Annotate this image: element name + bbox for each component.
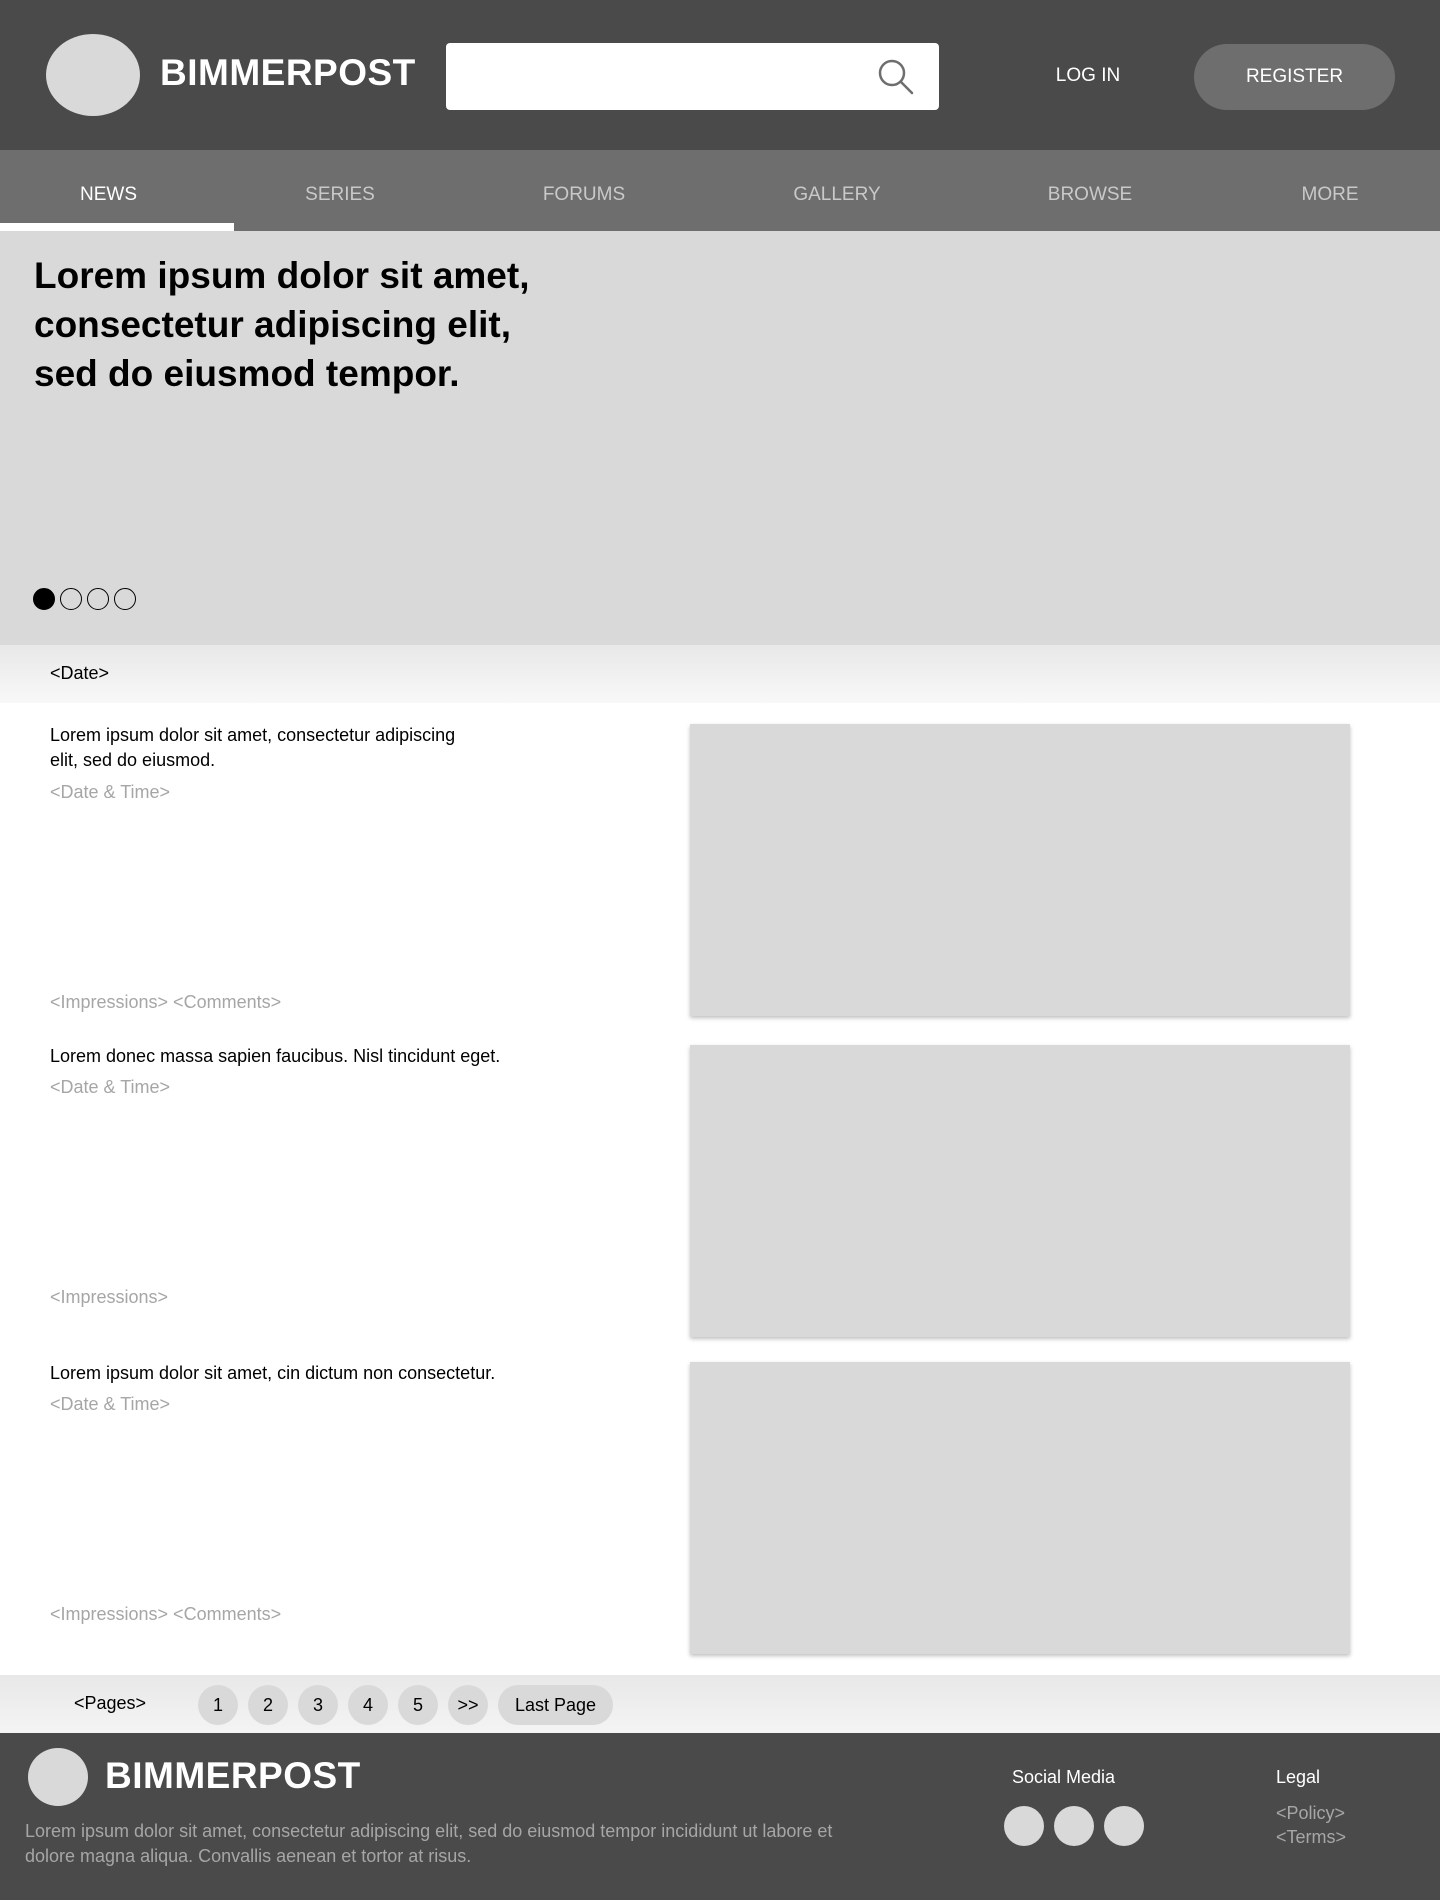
footer-description: Lorem ipsum dolor sit amet, consectetur …	[25, 1819, 925, 1869]
nav-tab-more[interactable]: MORE	[1240, 150, 1420, 231]
article-title[interactable]: Lorem ipsum dolor sit amet, cin dictum n…	[50, 1361, 610, 1386]
article-image[interactable]	[690, 724, 1350, 1016]
footer-description-line: Lorem ipsum dolor sit amet, consectetur …	[25, 1821, 833, 1841]
date-bar: <Date>	[0, 645, 1440, 703]
search-icon[interactable]	[876, 57, 916, 97]
carousel-dot-1[interactable]	[33, 588, 55, 610]
nav-tab-forums[interactable]: FORUMS	[494, 150, 674, 231]
article-title[interactable]: Lorem donec massa sapien faucibus. Nisl …	[50, 1044, 610, 1069]
footer-description-line: dolore magna aliqua. Convallis aenean et…	[25, 1846, 472, 1866]
carousel-dot-2[interactable]	[60, 588, 82, 610]
page-button-4[interactable]: 4	[348, 1685, 388, 1725]
footer-logo[interactable]	[28, 1748, 88, 1806]
article-meta: <Impressions> <Comments>	[50, 1604, 282, 1624]
nav-tab-series[interactable]: SERIES	[250, 150, 430, 231]
page-button-5[interactable]: 5	[398, 1685, 438, 1725]
legal-heading: Legal	[1276, 1767, 1321, 1787]
nav-tab-browse[interactable]: BROWSE	[1000, 150, 1180, 231]
site-footer: BIMMERPOST Lorem ipsum dolor sit amet, c…	[0, 1733, 1440, 1900]
hero-title-line: sed do eiusmod tempor.	[34, 353, 460, 394]
date-label: <Date>	[50, 663, 110, 683]
carousel-dot-4[interactable]	[114, 588, 136, 610]
nav-tab-gallery[interactable]: GALLERY	[747, 150, 927, 231]
article-title-line: Lorem ipsum dolor sit amet, consectetur …	[50, 725, 456, 745]
hero-title-line: consectetur adipiscing elit,	[34, 304, 512, 345]
nav-tab-news[interactable]: NEWS	[0, 150, 217, 231]
social-media-heading: Social Media	[1012, 1767, 1116, 1787]
login-button[interactable]: LOG IN	[1030, 56, 1146, 96]
social-icon-3[interactable]	[1104, 1806, 1144, 1846]
footer-brand-name[interactable]: BIMMERPOST	[105, 1755, 361, 1797]
pagination: <Pages> 1 2 3 4 5 >> Last Page	[0, 1675, 1440, 1733]
article-image[interactable]	[690, 1362, 1350, 1654]
article-item: Lorem donec massa sapien faucibus. Nisl …	[0, 1033, 1440, 1358]
pages-label: <Pages>	[74, 1693, 147, 1713]
hero-title[interactable]: Lorem ipsum dolor sit amet, consectetur …	[34, 251, 594, 398]
next-page-button[interactable]: >>	[448, 1685, 488, 1725]
article-title-line: Lorem ipsum dolor sit amet, cin dictum n…	[50, 1363, 496, 1383]
article-item: Lorem ipsum dolor sit amet, cin dictum n…	[0, 1358, 1440, 1675]
site-header: BIMMERPOST LOG IN REGISTER	[0, 0, 1440, 150]
last-page-button[interactable]: Last Page	[498, 1685, 613, 1725]
active-tab-indicator	[0, 223, 234, 231]
terms-link[interactable]: <Terms>	[1276, 1827, 1346, 1848]
page-button-2[interactable]: 2	[248, 1685, 288, 1725]
article-meta: <Impressions> <Comments>	[50, 992, 282, 1012]
article-date: <Date & Time>	[50, 1077, 171, 1097]
page-button-1[interactable]: 1	[198, 1685, 238, 1725]
social-icon-2[interactable]	[1054, 1806, 1094, 1846]
search-box[interactable]	[446, 43, 939, 110]
article-date: <Date & Time>	[50, 1394, 171, 1414]
hero-title-line: Lorem ipsum dolor sit amet,	[34, 255, 530, 296]
search-input[interactable]	[462, 53, 862, 99]
register-button[interactable]: REGISTER	[1194, 44, 1395, 110]
hero-carousel[interactable]: Lorem ipsum dolor sit amet, consectetur …	[0, 231, 1440, 645]
main-nav: NEWS SERIES FORUMS GALLERY BROWSE MORE	[0, 150, 1440, 231]
social-icon-1[interactable]	[1004, 1806, 1044, 1846]
article-date: <Date & Time>	[50, 782, 171, 802]
article-meta: <Impressions>	[50, 1287, 169, 1307]
policy-link[interactable]: <Policy>	[1276, 1803, 1345, 1824]
article-image[interactable]	[690, 1045, 1350, 1337]
article-title[interactable]: Lorem ipsum dolor sit amet, consectetur …	[50, 723, 540, 773]
article-title-line: elit, sed do eiusmod.	[50, 750, 216, 770]
site-logo[interactable]	[46, 34, 140, 116]
brand-name[interactable]: BIMMERPOST	[160, 52, 416, 94]
article-item: Lorem ipsum dolor sit amet, consectetur …	[0, 703, 1440, 1033]
page-button-3[interactable]: 3	[298, 1685, 338, 1725]
carousel-dot-3[interactable]	[87, 588, 109, 610]
article-title-line: Lorem donec massa sapien faucibus. Nisl …	[50, 1046, 501, 1066]
